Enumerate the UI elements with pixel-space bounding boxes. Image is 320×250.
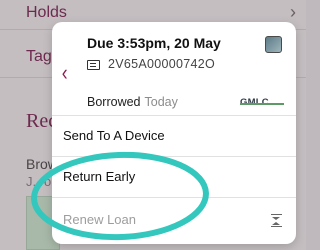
loan-header: ‹ Due 3:53pm, 20 May 2V65A00000742O Borr… — [52, 22, 296, 116]
hourglass-icon — [271, 214, 282, 227]
barcode-number: 2V65A00000742O — [108, 57, 216, 71]
chevron-right-icon: › — [290, 2, 296, 22]
loan-status: Borrowed Today — [87, 95, 178, 109]
send-to-device-label: Send To A Device — [63, 128, 165, 143]
status-label: Borrowed — [87, 95, 141, 109]
barcode-icon — [87, 60, 100, 70]
holds-label: Holds — [26, 4, 67, 21]
due-date: Due 3:53pm, 20 May — [87, 35, 221, 51]
highlight-ellipse — [31, 151, 209, 241]
book-thumbnail — [265, 36, 282, 53]
chevron-left-icon[interactable]: ‹ — [62, 60, 68, 86]
status-time: Today — [144, 95, 178, 109]
library-logo: GMLC — [240, 92, 284, 108]
